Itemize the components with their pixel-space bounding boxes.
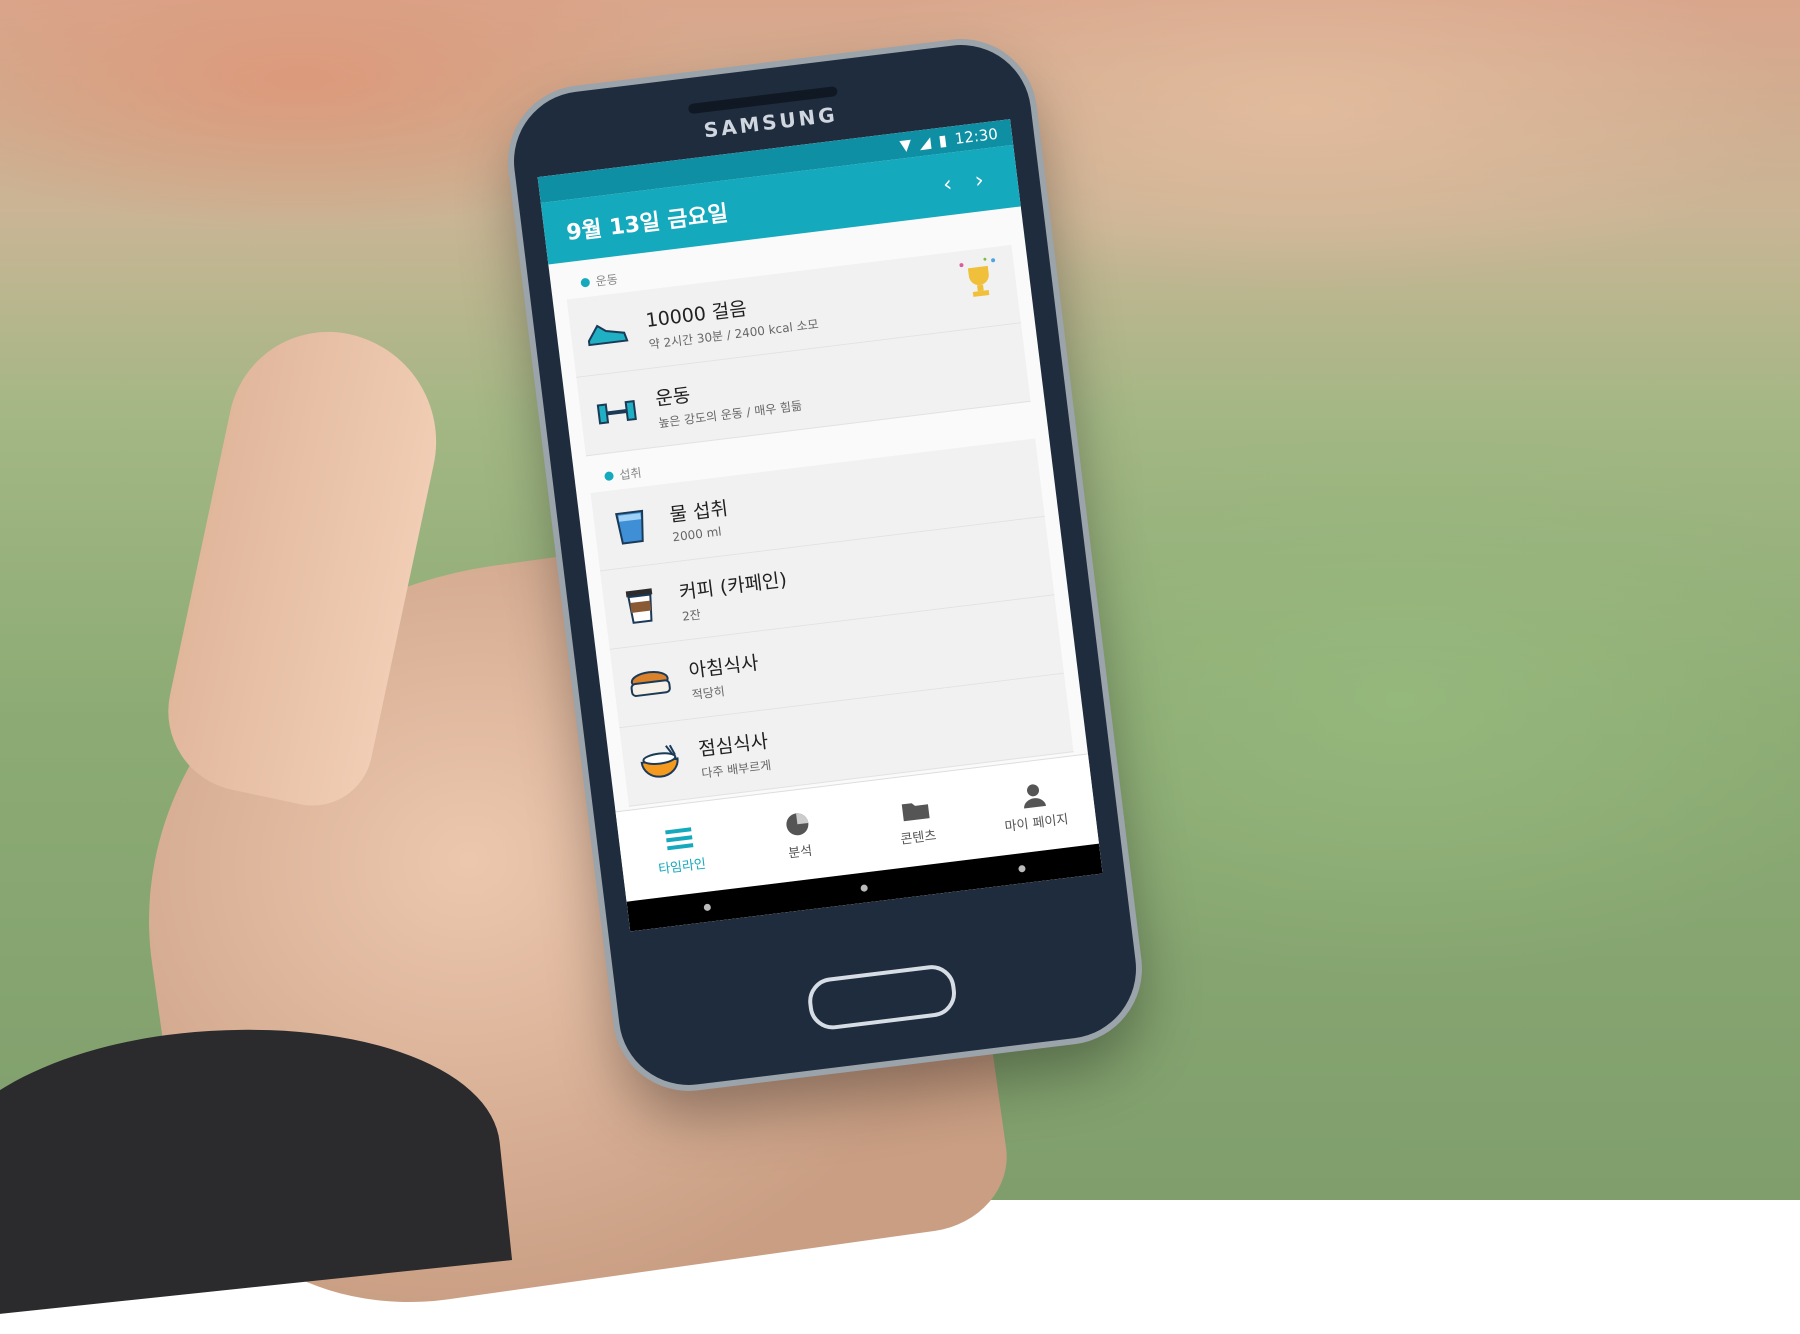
prev-day-button[interactable]: ‹ — [930, 166, 966, 202]
app-screen: ▼ ◢ ▮ 12:30 9월 13일 금요일 ‹ › 운동 10000 걸음 약… — [537, 119, 1103, 932]
card-subtitle: 2000 ml — [671, 524, 723, 545]
timeline: 운동 10000 걸음 약 2시간 30분 / 2400 kcal 소모 운동 … — [548, 206, 1090, 830]
folder-icon — [901, 802, 930, 821]
tab-my-page[interactable]: 마이 페이지 — [970, 754, 1099, 858]
bread-icon — [624, 660, 677, 708]
signal-icon: ◢ — [918, 133, 932, 153]
recents-button[interactable] — [1018, 864, 1026, 873]
pie-chart-icon — [785, 812, 808, 835]
tab-analysis[interactable]: 분석 — [734, 783, 863, 887]
timeline-dot — [604, 471, 615, 482]
battery-icon: ▮ — [937, 131, 948, 150]
trophy-icon — [955, 255, 1004, 304]
chevron-right-icon: › — [973, 167, 986, 194]
chevron-left-icon: ‹ — [941, 171, 954, 198]
home-button[interactable] — [805, 962, 959, 1033]
card-title: 물 섭취 — [668, 497, 730, 527]
tab-contents[interactable]: 콘텐츠 — [852, 769, 981, 873]
timeline-dot — [580, 277, 591, 288]
rice-bowl-icon — [633, 739, 686, 787]
water-cup-icon — [605, 504, 658, 552]
list-icon — [664, 826, 693, 850]
card-title: 점심식사 — [697, 729, 770, 761]
tab-timeline[interactable]: 타임라인 — [616, 798, 745, 902]
coffee-cup-icon — [614, 582, 667, 630]
dumbbell-icon — [590, 388, 643, 436]
status-time: 12:30 — [953, 124, 999, 148]
shoe-icon — [581, 310, 634, 358]
card-title: 아침식사 — [687, 651, 760, 682]
next-day-button[interactable]: › — [961, 163, 997, 199]
wifi-icon: ▼ — [898, 135, 913, 155]
back-button[interactable] — [703, 903, 712, 911]
home-soft-button[interactable] — [860, 883, 869, 892]
photo-background: SAMSUNG ▼ ◢ ▮ 12:30 9월 13일 금요일 ‹ › 운동 10… — [0, 0, 1800, 1334]
person-icon — [1023, 783, 1046, 809]
